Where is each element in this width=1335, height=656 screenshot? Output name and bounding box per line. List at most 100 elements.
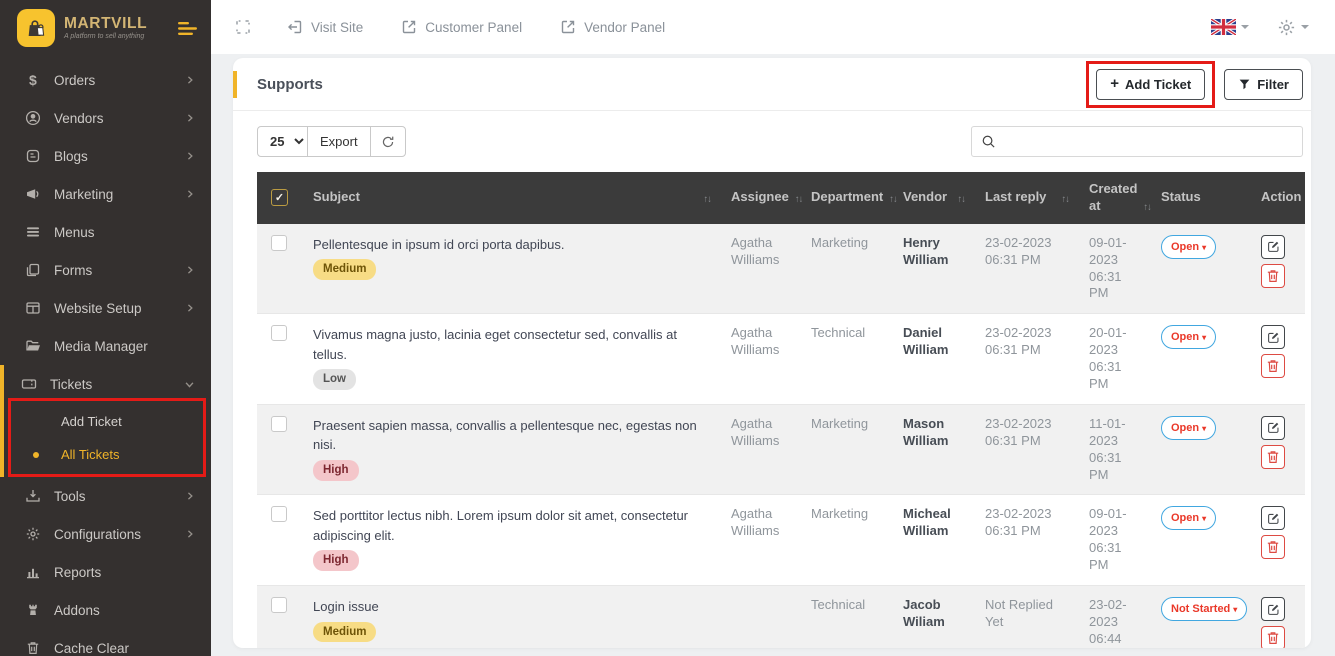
select-all-checkbox[interactable]: ✓ <box>271 189 288 206</box>
filter-button[interactable]: Filter <box>1224 69 1303 100</box>
title-accent-bar <box>233 71 237 98</box>
chevron-right-icon <box>185 75 195 85</box>
sort-icon[interactable]: ↑↓ <box>1137 202 1151 214</box>
brand-logo-icon[interactable] <box>17 9 55 47</box>
sidebar-item-label: Tools <box>54 489 86 504</box>
ticket-assignee: Agatha Williams <box>721 224 801 314</box>
row-checkbox[interactable] <box>271 325 287 341</box>
topbar: Visit Site Customer Panel Vendor Panel <box>211 0 1335 54</box>
ticket-icon <box>20 376 37 392</box>
sidebar-item-reports[interactable]: Reports <box>4 553 211 591</box>
sidebar-item-tools[interactable]: Tools <box>4 477 211 515</box>
priority-badge: Medium <box>313 259 376 280</box>
sidebar-item-tickets[interactable]: Tickets <box>4 365 211 403</box>
chevron-right-icon <box>185 189 195 199</box>
sidebar-toggle-icon[interactable] <box>178 21 197 36</box>
sort-icon[interactable]: ↑↓ <box>789 194 803 206</box>
row-checkbox[interactable] <box>271 235 287 251</box>
caret-down-icon: ▾ <box>1202 424 1206 433</box>
sidebar-item-label: Blogs <box>54 149 88 164</box>
sidebar-subitem-add-ticket[interactable]: Add Ticket <box>4 405 211 438</box>
sidebar-subitem-all-tickets[interactable]: All Tickets <box>4 438 211 471</box>
sort-icon[interactable]: ↑↓ <box>1056 194 1070 206</box>
ticket-subject[interactable]: Sed porttitor lectus nibh. Lorem ipsum d… <box>313 506 711 545</box>
status-dropdown-button[interactable]: Open▾ <box>1161 506 1216 530</box>
tickets-submenu: Add TicketAll Tickets <box>4 403 211 477</box>
page-size-select[interactable]: 25 <box>257 126 308 157</box>
search-input[interactable] <box>1002 134 1293 149</box>
status-dropdown-button[interactable]: Open▾ <box>1161 235 1216 259</box>
sidebar-item-forms[interactable]: Forms <box>4 251 211 289</box>
vendors-icon <box>24 110 41 126</box>
topbar-link-vendor-panel[interactable]: Vendor Panel <box>560 19 665 35</box>
brand-name: MARTVILL <box>64 15 147 33</box>
sort-icon[interactable]: ↑↓ <box>952 194 966 206</box>
sidebar-item-vendors[interactable]: Vendors <box>4 99 211 137</box>
sidebar-item-marketing[interactable]: Marketing <box>4 175 211 213</box>
column-label: Status <box>1161 189 1201 206</box>
column-header-subject[interactable]: Subject ↑↓ <box>303 172 721 224</box>
delete-ticket-button[interactable] <box>1261 445 1285 469</box>
brand-tagline: A platform to sell anything <box>64 33 147 41</box>
sidebar-item-label: Reports <box>54 565 101 580</box>
sidebar-item-media-manager[interactable]: Media Manager <box>4 327 211 365</box>
column-header-vendor[interactable]: Vendor ↑↓ <box>893 172 975 224</box>
column-header-department[interactable]: Department↑↓ <box>801 172 893 224</box>
edit-ticket-button[interactable] <box>1261 597 1285 621</box>
topbar-link-customer-panel[interactable]: Customer Panel <box>401 19 522 35</box>
sort-icon[interactable]: ↑↓ <box>698 194 712 206</box>
sidebar-item-menus[interactable]: Menus <box>4 213 211 251</box>
topbar-link-label: Vendor Panel <box>584 20 665 35</box>
delete-ticket-button[interactable] <box>1261 535 1285 559</box>
caret-down-icon: ▾ <box>1202 243 1206 252</box>
sidebar-item-label: Media Manager <box>54 339 148 354</box>
sidebar-nav: $OrdersVendors Blogs MarketingMenus Forms We… <box>0 57 211 656</box>
sidebar-item-cache-clear[interactable]: Cache Clear <box>4 629 211 656</box>
status-dropdown-button[interactable]: Open▾ <box>1161 325 1216 349</box>
edit-ticket-button[interactable] <box>1261 325 1285 349</box>
delete-ticket-button[interactable] <box>1261 626 1285 648</box>
sidebar-item-label: Forms <box>54 263 92 278</box>
ticket-subject[interactable]: Login issue <box>313 597 711 617</box>
ticket-vendor: Jacob Wiliam <box>893 586 975 648</box>
settings-menu[interactable] <box>1277 18 1309 37</box>
status-dropdown-button[interactable]: Not Started▾ <box>1161 597 1247 621</box>
language-selector[interactable] <box>1211 19 1249 35</box>
export-button[interactable]: Export <box>307 126 371 157</box>
row-checkbox[interactable] <box>271 416 287 432</box>
row-checkbox[interactable] <box>271 506 287 522</box>
column-label: Subject <box>313 189 360 206</box>
topbar-link-visit-site[interactable]: Visit Site <box>287 19 363 35</box>
ticket-subject[interactable]: Pellentesque in ipsum id orci porta dapi… <box>313 235 711 255</box>
delete-ticket-button[interactable] <box>1261 354 1285 378</box>
ticket-subject[interactable]: Vivamus magna justo, lacinia eget consec… <box>313 325 711 364</box>
ticket-subject[interactable]: Praesent sapien massa, convallis a pelle… <box>313 416 711 455</box>
add-ticket-button[interactable]: + Add Ticket <box>1096 69 1205 100</box>
refresh-button[interactable] <box>370 126 406 157</box>
column-header-assignee[interactable]: Assignee↑↓ <box>721 172 801 224</box>
delete-ticket-button[interactable] <box>1261 264 1285 288</box>
ticket-vendor: Henry William <box>893 224 975 314</box>
sidebar-item-addons[interactable]: Addons <box>4 591 211 629</box>
sidebar: MARTVILL A platform to sell anything $Or… <box>0 0 211 656</box>
column-header-created-at[interactable]: Created at↑↓ <box>1079 172 1151 224</box>
fullscreen-icon[interactable] <box>235 19 251 35</box>
sidebar-item-website-setup[interactable]: Website Setup <box>4 289 211 327</box>
sidebar-item-label: Website Setup <box>54 301 142 316</box>
edit-ticket-button[interactable] <box>1261 416 1285 440</box>
row-checkbox[interactable] <box>271 597 287 613</box>
column-label: Last reply <box>985 189 1046 206</box>
edit-ticket-button[interactable] <box>1261 235 1285 259</box>
chevron-right-icon <box>185 491 195 501</box>
sidebar-item-orders[interactable]: $Orders <box>4 61 211 99</box>
edit-ticket-button[interactable] <box>1261 506 1285 530</box>
chevron-down-icon <box>1241 25 1249 33</box>
sidebar-item-blogs[interactable]: Blogs <box>4 137 211 175</box>
ticket-department: Marketing <box>801 495 893 586</box>
column-label: Vendor <box>903 189 947 206</box>
sidebar-item-configurations[interactable]: Configurations <box>4 515 211 553</box>
gear-icon <box>24 526 41 542</box>
status-dropdown-button[interactable]: Open▾ <box>1161 416 1216 440</box>
sort-icon[interactable]: ↑↓ <box>883 194 897 206</box>
column-header-last-reply[interactable]: Last reply ↑↓ <box>975 172 1079 224</box>
